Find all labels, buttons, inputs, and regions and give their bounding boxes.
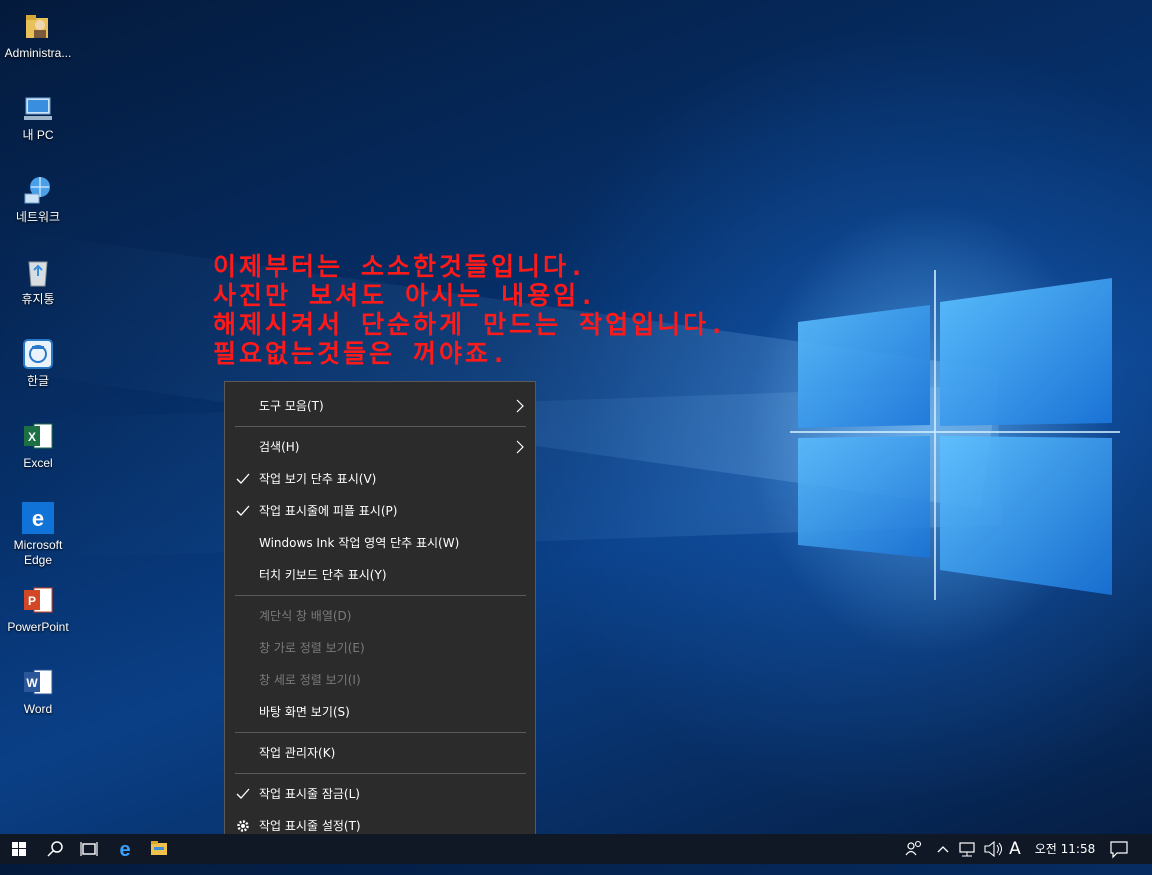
chevron-right-icon xyxy=(516,399,524,413)
menu-item-toolbars[interactable]: 도구 모음(T) xyxy=(225,392,535,420)
menu-item-label: 검색(H) xyxy=(259,440,300,454)
taskbar-context-menu: 도구 모음(T) 검색(H) 작업 보기 단추 표시(V) 작업 표시줄에 피플… xyxy=(224,381,536,851)
notification-center-button[interactable] xyxy=(1108,834,1130,864)
desktop-icon-edge[interactable]: e Microsoft Edge xyxy=(0,494,76,568)
word-icon: W xyxy=(22,666,54,698)
menu-item-label: 작업 관리자(K) xyxy=(259,746,336,760)
volume-icon xyxy=(984,840,1002,858)
show-hidden-icons-button[interactable] xyxy=(934,834,952,864)
menu-item-label: 바탕 화면 보기(S) xyxy=(259,705,350,719)
network-icon xyxy=(959,842,975,857)
notification-icon xyxy=(1110,841,1128,859)
volume-tray-button[interactable] xyxy=(982,834,1004,864)
desktop-icon-this-pc[interactable]: 내 PC xyxy=(0,84,76,143)
checkmark-icon xyxy=(236,788,250,799)
overlay-note-line: 사진만 보셔도 아시는 내용임. xyxy=(213,281,598,310)
hangul-app-icon xyxy=(22,338,54,370)
desktop-icon-label: PowerPoint xyxy=(7,620,69,634)
menu-item-lock-taskbar[interactable]: 작업 표시줄 잠금(L) xyxy=(225,780,535,808)
desktop-icon-hangul[interactable]: 한글 xyxy=(0,330,76,389)
task-view-button[interactable] xyxy=(72,834,106,864)
desktop-icon-label: 네트워크 xyxy=(15,210,61,224)
desktop-icon-label: 한글 xyxy=(26,374,50,388)
overlay-note: 이제부터는 소소한것들입니다. 사진만 보셔도 아시는 내용임. 해제시켜서 단… xyxy=(213,252,727,368)
network-tray-button[interactable] xyxy=(956,834,978,864)
menu-item-touch-keyboard-button[interactable]: 터치 키보드 단추 표시(Y) xyxy=(225,561,535,589)
overlay-note-line: 필요없는것들은 꺼야죠. xyxy=(213,339,510,368)
desktop-icon-label: Word xyxy=(23,702,53,716)
user-folder-icon xyxy=(22,10,54,42)
desktop-icon-label: 휴지통 xyxy=(21,292,55,306)
powerpoint-icon: P xyxy=(22,584,54,616)
desktop-icon-label: Microsoft Edge xyxy=(13,538,63,567)
menu-item-label: 계단식 창 배열(D) xyxy=(259,609,352,623)
menu-item-label: 터치 키보드 단추 표시(Y) xyxy=(259,568,387,582)
chevron-right-icon xyxy=(516,440,524,454)
menu-item-show-desktop[interactable]: 바탕 화면 보기(S) xyxy=(225,698,535,726)
desktop-icon-recycle-bin[interactable]: 휴지통 xyxy=(0,248,76,307)
menu-item-label: 작업 보기 단추 표시(V) xyxy=(259,472,377,486)
menu-separator xyxy=(235,426,526,427)
desktop-icon-word[interactable]: W Word xyxy=(0,658,76,717)
menu-item-cascade-windows: 계단식 창 배열(D) xyxy=(225,602,535,630)
menu-item-label: 작업 표시줄 잠금(L) xyxy=(259,787,360,801)
menu-item-side-by-side-windows: 창 세로 정렬 보기(I) xyxy=(225,666,535,694)
desktop-icon-label: Excel xyxy=(23,456,53,470)
svg-text:e: e xyxy=(119,839,130,861)
menu-item-task-view-button[interactable]: 작업 보기 단추 표시(V) xyxy=(225,465,535,493)
menu-item-label: 창 세로 정렬 보기(I) xyxy=(259,673,361,687)
menu-item-label: 작업 표시줄에 피플 표시(P) xyxy=(259,504,398,518)
svg-text:W: W xyxy=(26,676,38,690)
svg-text:e: e xyxy=(32,506,44,531)
chevron-up-icon xyxy=(937,846,949,853)
network-icon xyxy=(22,174,54,206)
menu-item-people-button[interactable]: 작업 표시줄에 피플 표시(P) xyxy=(225,497,535,525)
menu-separator xyxy=(235,773,526,774)
menu-item-label: 도구 모음(T) xyxy=(259,399,324,413)
desktop-icon-network[interactable]: 네트워크 xyxy=(0,166,76,225)
svg-text:X: X xyxy=(28,430,36,444)
checkmark-icon xyxy=(236,473,250,484)
edge-icon: e xyxy=(119,839,130,861)
ime-indicator[interactable]: A xyxy=(1007,834,1023,864)
file-explorer-button[interactable] xyxy=(142,834,176,864)
overlay-note-line: 이제부터는 소소한것들입니다. xyxy=(213,252,588,281)
menu-item-windows-ink-button[interactable]: Windows Ink 작업 영역 단추 표시(W) xyxy=(225,529,535,557)
checkmark-icon xyxy=(236,505,250,516)
clock[interactable]: 오전 11:58 xyxy=(1032,834,1098,864)
svg-text:P: P xyxy=(28,594,36,608)
menu-separator xyxy=(235,732,526,733)
search-button[interactable] xyxy=(38,834,72,864)
menu-item-stack-windows: 창 가로 정렬 보기(E) xyxy=(225,634,535,662)
desktop-icon-label: 내 PC xyxy=(22,128,54,142)
overlay-note-line: 해제시켜서 단순하게 만드는 작업입니다. xyxy=(213,310,728,339)
desktop-icon-excel[interactable]: X Excel xyxy=(0,412,76,471)
people-button[interactable] xyxy=(902,834,926,864)
desktop-icon-administrator[interactable]: Administra... xyxy=(0,2,76,61)
menu-item-search[interactable]: 검색(H) xyxy=(225,433,535,461)
edge-icon: e xyxy=(22,502,54,534)
menu-item-label: 창 가로 정렬 보기(E) xyxy=(259,641,365,655)
taskbar: e A 오전 11:58 xyxy=(0,834,1152,864)
windows-logo-wallpaper xyxy=(790,270,1120,600)
computer-icon xyxy=(22,92,54,124)
excel-icon: X xyxy=(22,420,54,452)
task-view-icon xyxy=(80,842,98,856)
start-icon xyxy=(12,842,26,856)
edge-taskbar-button[interactable]: e xyxy=(108,834,142,864)
recycle-bin-icon xyxy=(22,256,54,288)
desktop-icon-powerpoint[interactable]: P PowerPoint xyxy=(0,576,76,635)
desktop-icon-label: Administra... xyxy=(4,46,72,60)
search-icon xyxy=(47,841,63,857)
menu-item-task-manager[interactable]: 작업 관리자(K) xyxy=(225,739,535,767)
people-icon xyxy=(905,840,922,856)
file-explorer-icon xyxy=(151,841,167,855)
menu-item-label: Windows Ink 작업 영역 단추 표시(W) xyxy=(259,536,460,550)
start-button[interactable] xyxy=(2,834,36,864)
menu-separator xyxy=(235,595,526,596)
